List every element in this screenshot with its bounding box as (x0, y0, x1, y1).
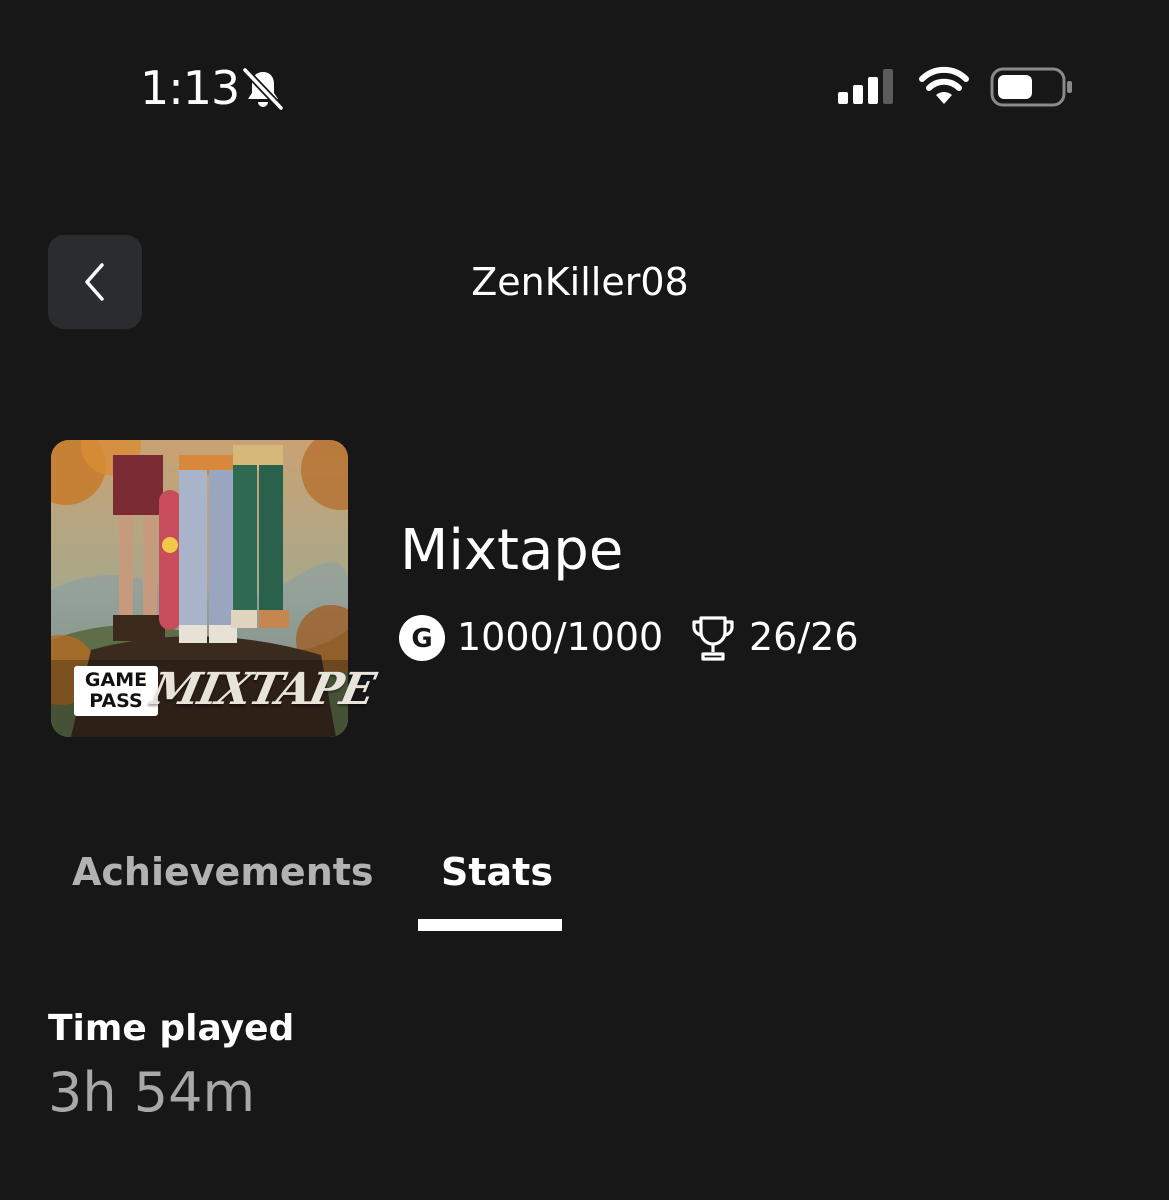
time-played-value: 3h 54m (48, 1061, 256, 1124)
game-pass-badge-line1: GAME (84, 669, 148, 691)
page-title-text: ZenKiller08 (471, 260, 689, 304)
wifi-icon (919, 66, 969, 104)
screen: 1:13 ZenKiller08 GAME PASS MIXTAPE Mixta… (0, 0, 1169, 1200)
battery-icon (990, 67, 1072, 107)
tab-selected-indicator (418, 919, 562, 931)
gamerscore-icon: G (399, 615, 445, 661)
cover-logo-text: MIXTAPE (146, 664, 379, 715)
bell-slash-icon (242, 67, 284, 111)
game-title: Mixtape (400, 518, 624, 583)
game-pass-badge: GAME PASS (74, 666, 158, 716)
page-title: ZenKiller08 (0, 258, 1169, 306)
time-played-label: Time played (48, 1008, 295, 1049)
gamerscore-value: 1000/1000 (457, 615, 664, 659)
tab-stats[interactable]: Stats (441, 846, 553, 898)
cellular-signal-icon (838, 69, 893, 104)
game-pass-badge-line2: PASS (89, 690, 143, 712)
trophy-icon (692, 616, 734, 661)
achievements-count: 26/26 (749, 615, 859, 659)
tab-achievements[interactable]: Achievements (72, 846, 374, 898)
status-time: 1:13 (140, 61, 240, 115)
gamerscore-icon-letter: G (411, 624, 432, 654)
